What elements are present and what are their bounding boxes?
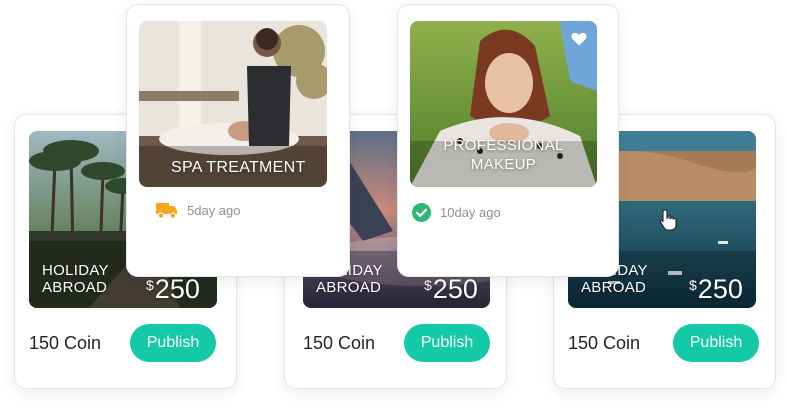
heart-icon[interactable]: [571, 32, 587, 51]
spa-title: SPA TREATMENT: [171, 159, 306, 176]
makeup-status-row: 10day ago: [412, 203, 501, 222]
publish-button[interactable]: Publish: [673, 324, 759, 362]
truck-icon: [156, 202, 178, 219]
check-circle-icon: [412, 203, 431, 222]
holiday-price: $250: [689, 274, 743, 304]
makeup-time: 10day ago: [440, 205, 501, 220]
hand-pointer-icon: [659, 209, 677, 236]
coin-amount: 150 Coin: [568, 333, 641, 353]
coin-amount: 150 Coin: [29, 333, 102, 353]
holiday-label: HOLIDAYABROAD: [42, 262, 109, 296]
spa-treatment-card[interactable]: SPA TREATMENT 5day ago: [126, 4, 350, 277]
makeup-title: PROFESSIONAL MAKEUP: [443, 137, 564, 173]
publish-button[interactable]: Publish: [130, 324, 216, 362]
spa-time: 5day ago: [187, 203, 241, 218]
spa-status-row: 5day ago: [156, 202, 241, 219]
publish-button[interactable]: Publish: [404, 324, 490, 362]
coin-amount: 150 Coin: [303, 333, 376, 353]
makeup-photo: PROFESSIONAL MAKEUP: [410, 21, 597, 187]
professional-makeup-card[interactable]: PROFESSIONAL MAKEUP 10day ago: [397, 4, 619, 277]
spa-photo: SPA TREATMENT: [139, 21, 327, 187]
